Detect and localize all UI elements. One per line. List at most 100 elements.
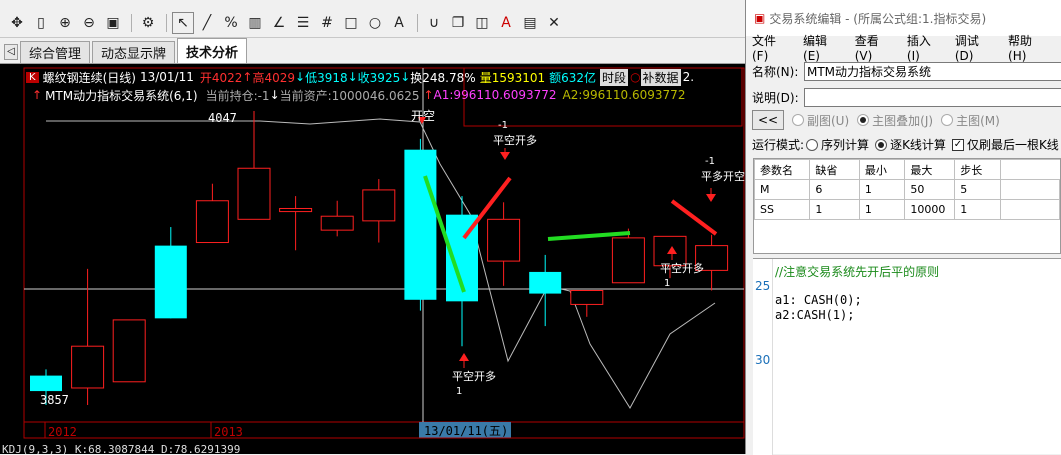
angle-icon[interactable]: ∠ bbox=[268, 12, 290, 34]
toolbar-separator bbox=[417, 13, 418, 32]
refresh-last-checkbox[interactable]: ✓ bbox=[951, 138, 964, 151]
cell-empty bbox=[999, 179, 1060, 200]
menu-view[interactable]: 查看(V) bbox=[855, 32, 893, 63]
zoom-out-icon[interactable]: ⊖ bbox=[78, 12, 100, 34]
cell-min[interactable]: 1 bbox=[858, 199, 906, 220]
indicator-header: ↑ MTM动力指标交易系统(6,1) 当前持仓:-1 ↓ 当前资产:1000046… bbox=[32, 86, 685, 104]
radio-subchart[interactable] bbox=[792, 114, 804, 126]
cell-step[interactable]: 5 bbox=[954, 179, 1001, 200]
code-line[interactable]: a2:CASH(1); bbox=[775, 308, 854, 322]
percent-icon[interactable]: % bbox=[220, 12, 242, 34]
cell-min[interactable]: 1 bbox=[858, 179, 906, 200]
run-mode-row: 运行模式: 序列计算 逐K线计算 ✓ 仅刷最后一根K线 bbox=[752, 136, 1059, 153]
radio-main-overlay[interactable] bbox=[857, 114, 870, 126]
window-icon[interactable]: ▣ bbox=[102, 12, 124, 34]
grid-icon[interactable]: # bbox=[316, 12, 338, 34]
cursor-date-label: 13/01/11(五) bbox=[424, 424, 508, 438]
menu-bar-cropped bbox=[0, 0, 745, 8]
tab-technical-analysis[interactable]: 技术分析 bbox=[177, 38, 248, 63]
cell-max[interactable]: 50 bbox=[904, 179, 956, 200]
tab-scroll-left-icon[interactable]: ◁ bbox=[4, 44, 18, 60]
kline-chart[interactable]: 4047 3857 开空 -1 平空开多 平空开多 1 平空开多 1 -1 平多… bbox=[0, 64, 745, 454]
circle-icon: ○ bbox=[630, 70, 641, 84]
tab-overview[interactable]: 综合管理 bbox=[20, 41, 91, 63]
rect-icon[interactable]: □ bbox=[340, 12, 362, 34]
bar-date: 13/01/11 bbox=[139, 70, 194, 84]
flat-open-label: 平空开多 bbox=[660, 261, 704, 275]
menu-insert[interactable]: 插入(I) bbox=[907, 32, 941, 63]
candle-body bbox=[611, 237, 645, 284]
magnet-icon[interactable]: ∪ bbox=[423, 12, 445, 34]
move-icon[interactable]: ✥ bbox=[6, 12, 28, 34]
crosshair-icon[interactable]: ▯ bbox=[30, 12, 52, 34]
chart-header: K 螺纹钢连续(日线) 13/01/11 开4022 ↑ 高4029 ↓ 低3918… bbox=[26, 68, 694, 86]
cell-step[interactable]: 1 bbox=[954, 199, 1001, 220]
circle-icon[interactable]: ○ bbox=[364, 12, 386, 34]
candle-body bbox=[71, 345, 105, 389]
radio-bar-calc[interactable] bbox=[875, 138, 888, 151]
description-input[interactable] bbox=[804, 88, 1061, 107]
refresh-last-label: 仅刷最后一根K线 bbox=[966, 138, 1059, 152]
menu-debug[interactable]: 调试(D) bbox=[955, 32, 994, 63]
down-arrow-icon: ↓ bbox=[400, 70, 411, 84]
up-arrow-icon: ↑ bbox=[423, 88, 434, 102]
fill-data-tag[interactable]: 补数据 bbox=[640, 68, 681, 86]
close-icon[interactable]: ✕ bbox=[543, 12, 565, 34]
name-label: 名称(N): bbox=[752, 65, 799, 79]
down-arrow-icon: ↓ bbox=[269, 88, 280, 102]
kline-chart-area[interactable]: 4047 3857 开空 -1 平空开多 平空开多 1 平空开多 1 -1 平多… bbox=[0, 64, 745, 454]
save-icon[interactable]: ◫ bbox=[471, 12, 493, 34]
description-label: 说明(D): bbox=[752, 91, 799, 105]
ruler-icon[interactable]: ▥ bbox=[244, 12, 266, 34]
menu-file[interactable]: 文件(F) bbox=[752, 32, 789, 63]
name-row: 名称(N): MTM动力指标交易系统 bbox=[752, 62, 1061, 81]
cell-max[interactable]: 10000 bbox=[904, 199, 956, 220]
low-price: 低3918 bbox=[305, 70, 348, 85]
up-arrow-icon: ↑ bbox=[32, 88, 43, 102]
radio-subchart-label: 副图(U) bbox=[807, 113, 850, 128]
save-icon[interactable]: ▤ bbox=[519, 12, 541, 34]
collapse-button[interactable]: << bbox=[752, 110, 784, 130]
table-row[interactable]: M 6 1 50 5 bbox=[754, 179, 1060, 200]
pointer-icon[interactable]: ↖ bbox=[172, 11, 194, 34]
menu-help[interactable]: 帮助(H) bbox=[1008, 32, 1047, 63]
k-badge[interactable]: K bbox=[26, 71, 39, 83]
parameter-table[interactable]: 参数名 缺省 最小 最大 步长 M 6 1 50 5 SS 1 1 10000 … bbox=[753, 158, 1061, 254]
radio-main-chart-label: 主图(M) bbox=[956, 113, 1000, 128]
zoom-in-icon[interactable]: ⊕ bbox=[54, 12, 76, 34]
settings-icon[interactable]: ⚙ bbox=[137, 12, 159, 34]
down-arrow-icon: ↓ bbox=[295, 70, 306, 84]
list-icon[interactable]: ☰ bbox=[292, 12, 314, 34]
font-color-icon[interactable]: A bbox=[495, 12, 517, 34]
code-line[interactable]: a1: CASH(0); bbox=[775, 293, 862, 307]
period-tag[interactable]: 时段 bbox=[600, 68, 629, 86]
table-row[interactable]: SS 1 1 10000 1 bbox=[754, 199, 1060, 220]
name-input[interactable]: MTM动力指标交易系统 bbox=[804, 62, 1061, 81]
cell-param[interactable]: M bbox=[754, 179, 811, 200]
drawing-toolbar: ✥ ▯ ⊕ ⊖ ▣ ⚙ ↖ ╱ % ▥ ∠ ☰ # □ ○ A ∪ ❐ ◫ A … bbox=[0, 8, 745, 38]
amount: 额632亿 bbox=[549, 70, 597, 85]
arrow-up-icon bbox=[459, 353, 469, 361]
code-comment-line[interactable]: //注意交易系统先开后平的原则 bbox=[775, 263, 939, 280]
cell-default[interactable]: 1 bbox=[809, 199, 860, 220]
editor-app-icon: ▣ bbox=[754, 11, 766, 25]
turnover-rate: 换248.78% bbox=[410, 70, 476, 85]
radio-main-chart[interactable] bbox=[941, 114, 954, 126]
col-header-empty bbox=[999, 159, 1060, 180]
cell-param[interactable]: SS bbox=[754, 199, 811, 220]
line-icon[interactable]: ╱ bbox=[196, 12, 218, 34]
code-editor[interactable]: 25 30 //注意交易系统先开后平的原则 a1: CASH(0); a2:CA… bbox=[753, 258, 1061, 455]
tab-dynamic-board[interactable]: 动态显示牌 bbox=[92, 41, 176, 63]
volume: 量1593101 bbox=[479, 70, 546, 85]
menu-edit[interactable]: 编辑(E) bbox=[803, 32, 841, 63]
cell-default[interactable]: 6 bbox=[809, 179, 860, 200]
text-icon[interactable]: A bbox=[388, 12, 410, 34]
year-label: 2013 bbox=[214, 425, 243, 439]
flat-short-signal-line bbox=[670, 199, 718, 236]
low-price-label: 3857 bbox=[40, 393, 69, 407]
toolbar-separator bbox=[166, 13, 167, 32]
radio-series-calc[interactable] bbox=[806, 138, 819, 151]
high-price-label: 4047 bbox=[208, 111, 237, 125]
indicator-name[interactable]: MTM动力指标交易系统(6,1) bbox=[45, 87, 198, 104]
copy-icon[interactable]: ❐ bbox=[447, 12, 469, 34]
